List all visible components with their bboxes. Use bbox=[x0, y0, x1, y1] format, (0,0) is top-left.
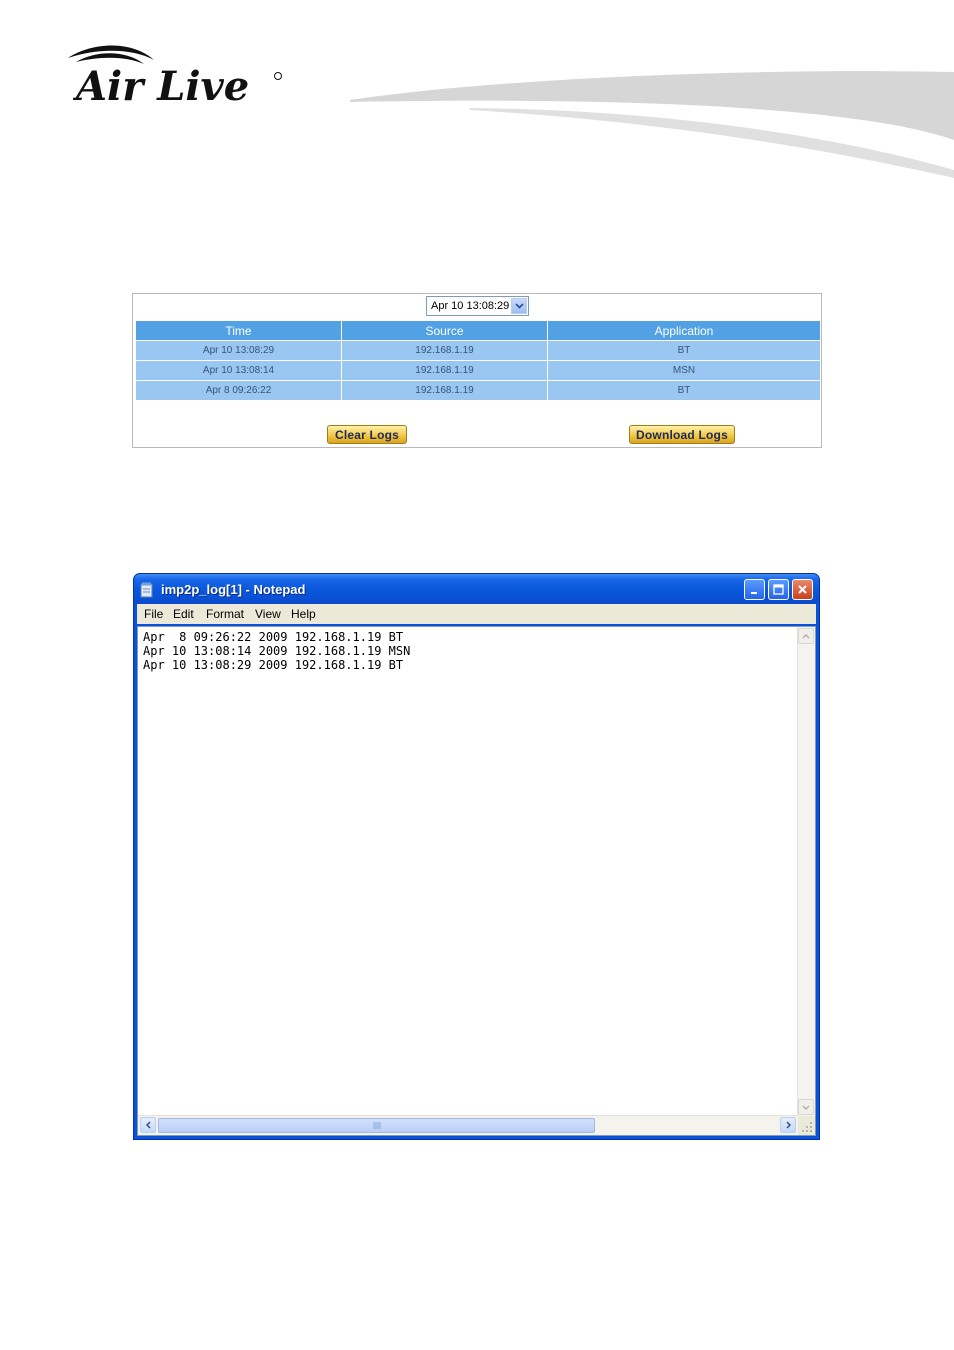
airlive-logo: Air Live bbox=[62, 40, 302, 110]
cell-time: Apr 10 13:08:29 bbox=[136, 341, 341, 360]
column-header-application: Application bbox=[548, 321, 820, 340]
table-row: Apr 8 09:26:22 192.168.1.19 BT bbox=[136, 381, 820, 400]
text-line: Apr 10 13:08:14 2009 192.168.1.19 MSN bbox=[143, 644, 411, 658]
menu-edit[interactable]: Edit bbox=[173, 607, 194, 621]
resize-grip-icon bbox=[802, 1122, 812, 1132]
resize-grip[interactable] bbox=[798, 1116, 815, 1135]
chevron-down-icon[interactable] bbox=[511, 298, 527, 314]
table-row: Apr 10 13:08:29 192.168.1.19 BT bbox=[136, 341, 820, 360]
grip-lines-icon bbox=[373, 1122, 380, 1129]
scroll-up-button[interactable] bbox=[798, 628, 814, 644]
editor-text[interactable]: Apr 8 09:26:22 2009 192.168.1.19 BT Apr 1… bbox=[143, 630, 410, 672]
minimize-button[interactable] bbox=[744, 579, 765, 600]
cell-time: Apr 10 13:08:14 bbox=[136, 361, 341, 380]
close-button[interactable] bbox=[792, 579, 813, 600]
minimize-icon bbox=[750, 591, 757, 594]
cell-application: MSN bbox=[548, 361, 820, 380]
logo-wordmark: Air Live bbox=[72, 63, 249, 110]
horizontal-scroll-thumb[interactable] bbox=[158, 1118, 595, 1133]
scroll-right-button[interactable] bbox=[780, 1117, 796, 1133]
clear-logs-button[interactable]: Clear Logs bbox=[327, 425, 407, 444]
time-select[interactable]: Apr 10 13:08:29 bbox=[426, 296, 529, 316]
header-swoosh bbox=[350, 71, 954, 178]
cell-source: 192.168.1.19 bbox=[342, 341, 547, 360]
menu-help[interactable]: Help bbox=[291, 607, 316, 621]
maximize-button[interactable] bbox=[768, 579, 789, 600]
menu-file[interactable]: File bbox=[144, 607, 163, 621]
table-header-row: Time Source Application bbox=[136, 321, 820, 340]
close-icon bbox=[798, 585, 807, 594]
scroll-down-button[interactable] bbox=[798, 1099, 814, 1115]
text-editor-area[interactable]: Apr 8 09:26:22 2009 192.168.1.19 BT Apr 1… bbox=[137, 626, 816, 1136]
airlive-logo-image: Air Live bbox=[68, 45, 282, 110]
notepad-window: imp2p_log[1] - Notepad File Edit Format … bbox=[133, 573, 820, 1140]
maximize-icon bbox=[773, 584, 784, 595]
cell-application: BT bbox=[548, 341, 820, 360]
column-header-source: Source bbox=[342, 321, 547, 340]
notepad-icon bbox=[140, 582, 153, 598]
text-line: Apr 8 09:26:22 2009 192.168.1.19 BT bbox=[143, 630, 404, 644]
cell-source: 192.168.1.19 bbox=[342, 361, 547, 380]
p2p-log-panel: Apr 10 13:08:29 Time Source Application … bbox=[132, 293, 822, 448]
vertical-scrollbar[interactable] bbox=[797, 627, 815, 1116]
menu-format[interactable]: Format bbox=[206, 607, 244, 621]
chevron-up-icon bbox=[802, 633, 810, 638]
menu-view[interactable]: View bbox=[255, 607, 281, 621]
window-title: imp2p_log[1] - Notepad bbox=[161, 582, 306, 597]
log-table: Time Source Application Apr 10 13:08:29 … bbox=[135, 320, 821, 401]
text-line: Apr 10 13:08:29 2009 192.168.1.19 BT bbox=[143, 658, 404, 672]
download-logs-button[interactable]: Download Logs bbox=[629, 425, 735, 444]
cell-time: Apr 8 09:26:22 bbox=[136, 381, 341, 400]
table-row: Apr 10 13:08:14 192.168.1.19 MSN bbox=[136, 361, 820, 380]
chevron-right-icon bbox=[785, 1121, 791, 1129]
cell-source: 192.168.1.19 bbox=[342, 381, 547, 400]
title-bar[interactable]: imp2p_log[1] - Notepad bbox=[134, 574, 819, 604]
menu-bar: File Edit Format View Help bbox=[137, 604, 816, 624]
cell-application: BT bbox=[548, 381, 820, 400]
chevron-left-icon bbox=[145, 1121, 151, 1129]
chevron-down-icon bbox=[802, 1105, 810, 1110]
column-header-time: Time bbox=[136, 321, 341, 340]
scroll-left-button[interactable] bbox=[140, 1117, 156, 1133]
horizontal-scrollbar[interactable] bbox=[138, 1115, 798, 1135]
time-select-value: Apr 10 13:08:29 bbox=[431, 300, 510, 312]
